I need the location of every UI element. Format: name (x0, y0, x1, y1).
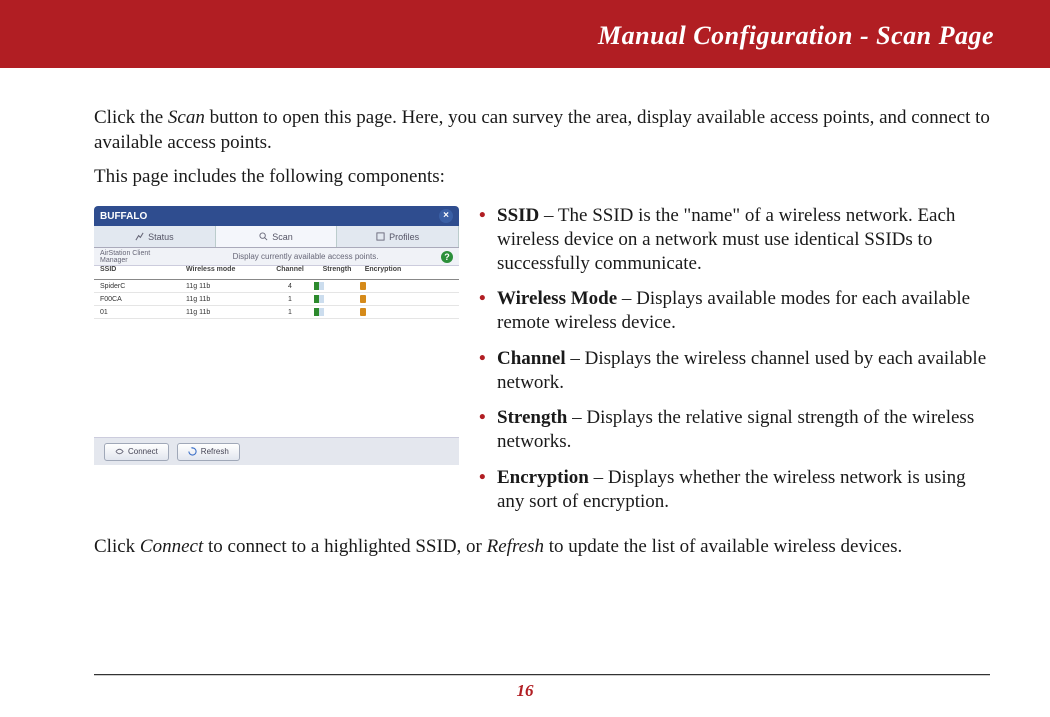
bullet-desc: – Displays the relative signal strength … (497, 407, 974, 452)
tab-status-label: Status (148, 232, 174, 242)
brand-label: BUFFALO (100, 211, 147, 222)
page-title: Manual Configuration - Scan Page (598, 21, 994, 51)
cell-strength (314, 282, 360, 290)
refresh-icon (188, 447, 197, 456)
bullet-text: Wireless Mode – Displays available modes… (497, 287, 990, 335)
closing-p1: Click (94, 536, 140, 557)
bullet-term: Strength (497, 407, 567, 428)
intro-post: button to open this page. Here, you can … (94, 107, 990, 153)
bullet-icon: • (479, 204, 497, 275)
intro-pre: Click the (94, 107, 168, 128)
bullet-term: Wireless Mode (497, 288, 617, 309)
tab-status[interactable]: Status (94, 226, 216, 247)
cell-ssid: F00CA (94, 296, 186, 303)
screenshot-footer: Connect Refresh (94, 437, 459, 465)
bullet-desc: – Displays the wireless channel used by … (497, 348, 986, 393)
bullet-icon: • (479, 466, 497, 514)
col-mode: Wireless mode (186, 266, 266, 279)
cell-encryption (360, 282, 406, 290)
cell-encryption (360, 308, 406, 316)
bullet-icon: • (479, 287, 497, 335)
cell-ssid: 01 (94, 309, 186, 316)
bullet-text: Channel – Displays the wireless channel … (497, 347, 990, 395)
bullet-desc: – The SSID is the "name" of a wireless n… (497, 205, 955, 274)
bullet-icon: • (479, 406, 497, 454)
list-item: • SSID – The SSID is the "name" of a wir… (479, 204, 990, 275)
screenshot-subbar: AirStation Client Manager Display curren… (94, 248, 459, 266)
bullet-text: Strength – Displays the relative signal … (497, 406, 990, 454)
connect-icon (115, 447, 124, 456)
page-number: 16 (0, 681, 1050, 701)
refresh-button-label: Refresh (201, 444, 229, 460)
closing-p3: to update the list of available wireless… (544, 536, 902, 557)
help-icon[interactable]: ? (441, 251, 453, 263)
bullet-term: Encryption (497, 467, 589, 488)
tab-scan[interactable]: Scan (216, 226, 338, 247)
list-item: • Encryption – Displays whether the wire… (479, 466, 990, 514)
cell-channel: 1 (266, 296, 314, 303)
connect-button-label: Connect (128, 444, 158, 460)
cell-ssid: SpiderC (94, 283, 186, 290)
cell-mode: 11g 11b (186, 283, 266, 290)
cell-channel: 1 (266, 309, 314, 316)
intro-paragraph-2: This page includes the following compone… (94, 165, 990, 190)
intro-scan-word: Scan (168, 107, 205, 128)
list-item: • Wireless Mode – Displays available mod… (479, 287, 990, 335)
bullet-list: • SSID – The SSID is the "name" of a wir… (479, 204, 990, 525)
screenshot-tabs: Status Scan Profiles (94, 226, 459, 248)
closing-i2: Refresh (487, 536, 544, 557)
bullet-icon: • (479, 347, 497, 395)
cell-channel: 4 (266, 283, 314, 290)
cell-strength (314, 295, 360, 303)
cell-mode: 11g 11b (186, 296, 266, 303)
table-row[interactable]: 01 11g 11b 1 (94, 306, 459, 319)
strength-bar-icon (314, 295, 324, 303)
header-band: Manual Configuration - Scan Page (0, 0, 1050, 68)
table-row[interactable]: F00CA 11g 11b 1 (94, 293, 459, 306)
col-strength: Strength (314, 266, 360, 279)
closing-i1: Connect (140, 536, 203, 557)
list-item: • Channel – Displays the wireless channe… (479, 347, 990, 395)
lock-icon (360, 282, 366, 290)
lock-icon (360, 295, 366, 303)
bullet-text: SSID – The SSID is the "name" of a wirel… (497, 204, 990, 275)
cell-mode: 11g 11b (186, 309, 266, 316)
connect-button[interactable]: Connect (104, 443, 169, 461)
lock-icon (360, 308, 366, 316)
status-icon (135, 232, 144, 241)
search-icon (259, 232, 268, 241)
col-channel: Channel (266, 266, 314, 279)
subbar-text: Display currently available access point… (233, 252, 379, 261)
close-icon[interactable]: × (439, 209, 453, 223)
body-row: BUFFALO × Status Scan Profiles AirStati (94, 204, 990, 525)
bullet-text: Encryption – Displays whether the wirele… (497, 466, 990, 514)
strength-bar-icon (314, 308, 324, 316)
intro-paragraph: Click the Scan button to open this page.… (94, 106, 990, 155)
table-row[interactable]: SpiderC 11g 11b 4 (94, 280, 459, 293)
screenshot-titlebar: BUFFALO × (94, 206, 459, 226)
subbar-left: AirStation Client Manager (100, 250, 170, 264)
closing-p2: to connect to a highlighted SSID, or (203, 536, 486, 557)
content: Click the Scan button to open this page.… (0, 68, 1050, 560)
cell-strength (314, 308, 360, 316)
col-ssid: SSID (94, 266, 186, 279)
tab-scan-label: Scan (272, 232, 293, 242)
cell-encryption (360, 295, 406, 303)
screenshot: BUFFALO × Status Scan Profiles AirStati (94, 206, 459, 476)
list-item: • Strength – Displays the relative signa… (479, 406, 990, 454)
tab-profiles[interactable]: Profiles (337, 226, 459, 247)
profiles-icon (376, 232, 385, 241)
col-encryption: Encryption (360, 266, 406, 279)
refresh-button[interactable]: Refresh (177, 443, 240, 461)
table-header-row: SSID Wireless mode Channel Strength Encr… (94, 266, 459, 280)
table-empty-space (94, 319, 459, 437)
closing-paragraph: Click Connect to connect to a highlighte… (94, 535, 990, 560)
strength-bar-icon (314, 282, 324, 290)
tab-profiles-label: Profiles (389, 232, 419, 242)
bullet-term: Channel (497, 348, 566, 369)
bullet-term: SSID (497, 205, 539, 226)
footer-rule (94, 674, 990, 675)
